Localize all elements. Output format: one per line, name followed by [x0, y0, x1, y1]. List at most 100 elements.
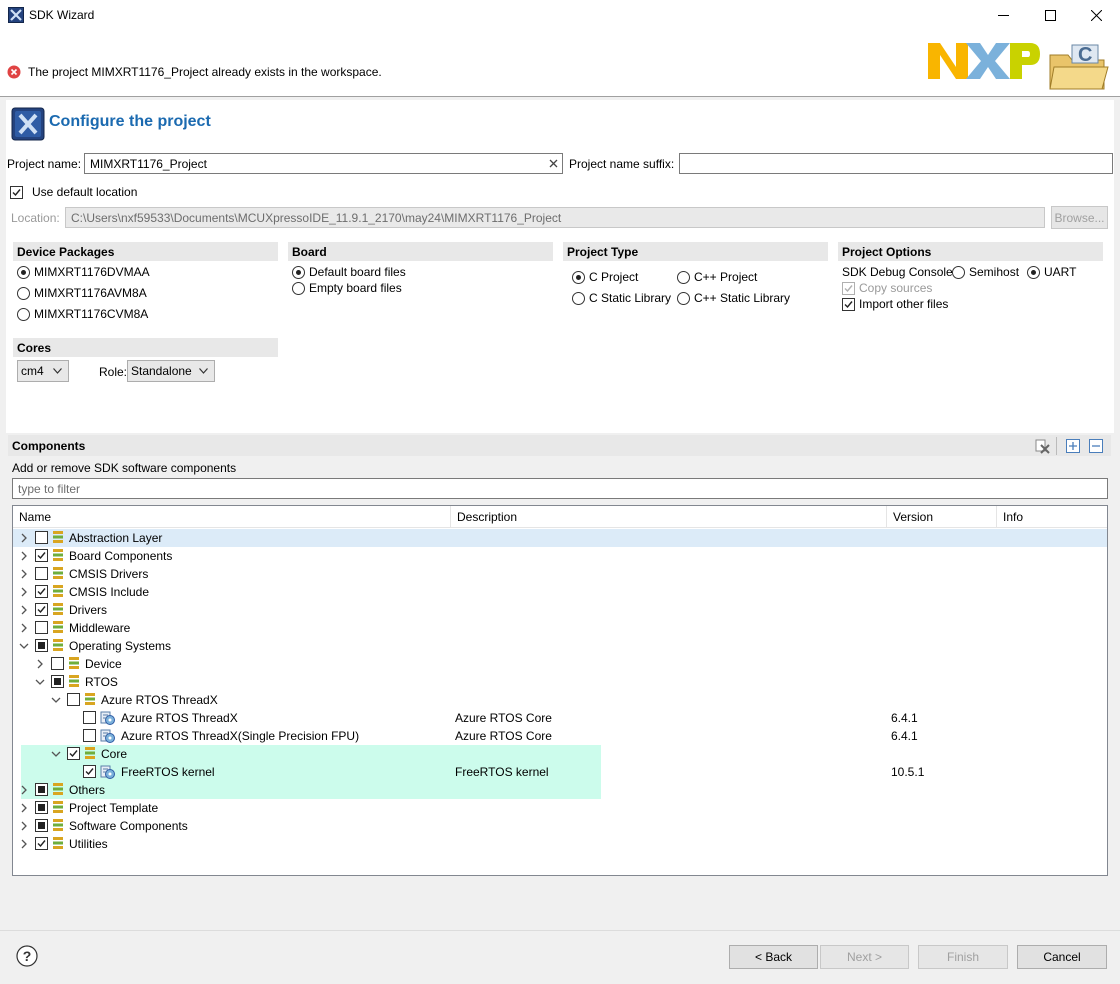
next-button[interactable]: Next > — [820, 945, 909, 969]
chevron-down-icon[interactable] — [51, 695, 61, 705]
checkbox-icon — [10, 185, 23, 199]
chevron-right-icon[interactable] — [19, 839, 29, 849]
tree-row[interactable]: Abstraction Layer — [13, 529, 1107, 547]
remove-all-icon[interactable] — [1034, 438, 1050, 454]
chevron-down-icon[interactable] — [19, 641, 29, 651]
chevron-right-icon[interactable] — [19, 587, 29, 597]
column-header-version[interactable]: Version — [887, 506, 997, 528]
minimize-button[interactable] — [980, 0, 1026, 31]
checkbox-icon[interactable] — [67, 693, 80, 706]
checkbox-icon[interactable] — [35, 819, 48, 832]
chevron-down-icon[interactable] — [51, 749, 61, 759]
checkbox-icon[interactable] — [35, 783, 48, 796]
project-type-cpp-project[interactable]: C++ Project — [677, 270, 757, 284]
tree-row[interactable]: Utilities — [13, 835, 1107, 853]
tree-row[interactable]: Project Template — [13, 799, 1107, 817]
checkbox-icon[interactable] — [35, 837, 48, 850]
browse-button[interactable]: Browse... — [1051, 206, 1108, 229]
chevron-right-icon[interactable] — [19, 533, 29, 543]
board-option-default[interactable]: Default board files — [292, 265, 406, 279]
board-header: Board — [288, 242, 553, 261]
board-option-empty[interactable]: Empty board files — [292, 281, 402, 295]
package-icon — [52, 836, 64, 851]
checkbox-icon[interactable] — [35, 603, 48, 616]
package-icon — [52, 566, 64, 581]
checkbox-icon[interactable] — [51, 675, 64, 688]
location-input[interactable]: C:\Users\nxf59533\Documents\MCUXpressoID… — [65, 207, 1045, 228]
project-type-header: Project Type — [563, 242, 828, 261]
core-select[interactable]: cm4 — [17, 360, 69, 382]
chevron-right-icon[interactable] — [19, 605, 29, 615]
checkbox-icon[interactable] — [67, 747, 80, 760]
radio-icon — [677, 270, 690, 284]
tree-row[interactable]: Azure RTOS ThreadX — [13, 691, 1107, 709]
debug-console-semihost[interactable]: Semihost — [952, 265, 1019, 279]
chevron-right-icon[interactable] — [19, 803, 29, 813]
component-filter-input[interactable]: type to filter — [12, 478, 1108, 499]
device-package-option-0[interactable]: MIMXRT1176DVMAA — [17, 265, 150, 279]
copy-sources-checkbox[interactable]: Copy sources — [842, 281, 932, 295]
help-icon[interactable]: ? — [16, 945, 38, 967]
checkbox-icon[interactable] — [83, 765, 96, 778]
tree-row-label: Azure RTOS ThreadX(Single Precision FPU) — [121, 729, 360, 743]
close-button[interactable] — [1073, 0, 1119, 31]
app-icon — [8, 7, 24, 23]
tree-row-label: Abstraction Layer — [69, 531, 163, 545]
tree-row[interactable]: Azure RTOS ThreadX(Single Precision FPU)… — [13, 727, 1107, 745]
project-suffix-input[interactable] — [679, 153, 1113, 174]
chevron-right-icon[interactable] — [19, 551, 29, 561]
tree-row[interactable]: Others — [21, 781, 601, 799]
expand-all-icon[interactable] — [1066, 439, 1080, 453]
maximize-button[interactable] — [1027, 0, 1073, 31]
collapse-all-icon[interactable] — [1089, 439, 1103, 453]
checkbox-icon[interactable] — [51, 657, 64, 670]
tree-row[interactable]: Azure RTOS ThreadX Azure RTOS Core 6.4.1 — [13, 709, 1107, 727]
checkbox-icon[interactable] — [35, 549, 48, 562]
clear-icon[interactable] — [549, 159, 558, 168]
cancel-button[interactable]: Cancel — [1017, 945, 1107, 969]
tree-row[interactable]: CMSIS Include — [13, 583, 1107, 601]
project-name-input[interactable]: MIMXRT1176_Project — [84, 153, 563, 174]
tree-row[interactable]: Operating Systems — [13, 637, 1107, 655]
checkbox-icon[interactable] — [35, 621, 48, 634]
project-type-cpp-static-library[interactable]: C++ Static Library — [677, 291, 790, 305]
tree-row[interactable]: Device — [13, 655, 1107, 673]
tree-row[interactable]: Drivers — [13, 601, 1107, 619]
checkbox-icon[interactable] — [35, 531, 48, 544]
checkbox-icon[interactable] — [35, 639, 48, 652]
use-default-location-checkbox[interactable]: Use default location — [10, 185, 137, 199]
column-header-info[interactable]: Info — [997, 506, 1107, 528]
tree-row[interactable]: CMSIS Drivers — [13, 565, 1107, 583]
role-select[interactable]: Standalone — [127, 360, 215, 382]
chevron-right-icon[interactable] — [19, 785, 29, 795]
project-type-c-static-library[interactable]: C Static Library — [572, 291, 671, 305]
chevron-right-icon[interactable] — [19, 623, 29, 633]
tree-row[interactable]: Core — [21, 745, 601, 763]
chevron-right-icon[interactable] — [19, 569, 29, 579]
checkbox-icon[interactable] — [83, 729, 96, 742]
checkbox-icon[interactable] — [35, 585, 48, 598]
component-icon — [100, 710, 116, 726]
chevron-down-icon[interactable] — [35, 677, 45, 687]
chevron-right-icon[interactable] — [19, 821, 29, 831]
device-package-option-2[interactable]: MIMXRT1176CVM8A — [17, 307, 148, 321]
checkbox-icon[interactable] — [35, 567, 48, 580]
radio-icon — [952, 265, 965, 279]
title-bar: SDK Wizard — [0, 0, 1120, 31]
debug-console-uart[interactable]: UART — [1027, 265, 1076, 279]
finish-button[interactable]: Finish — [918, 945, 1008, 969]
tree-row[interactable]: Software Components — [13, 817, 1107, 835]
import-other-files-checkbox[interactable]: Import other files — [842, 297, 948, 311]
tree-row[interactable]: RTOS — [13, 673, 1107, 691]
chevron-right-icon[interactable] — [35, 659, 45, 669]
back-button[interactable]: < Back — [729, 945, 818, 969]
tree-row[interactable]: Board Components — [13, 547, 1107, 565]
column-header-description[interactable]: Description — [451, 506, 887, 528]
tree-row[interactable]: Middleware — [13, 619, 1107, 637]
checkbox-icon[interactable] — [83, 711, 96, 724]
device-package-option-1[interactable]: MIMXRT1176AVM8A — [17, 286, 147, 300]
project-type-c-project[interactable]: C Project — [572, 270, 638, 284]
checkbox-icon[interactable] — [35, 801, 48, 814]
column-header-name[interactable]: Name — [13, 506, 451, 528]
tree-row[interactable]: FreeRTOS kernel FreeRTOS kernel 10.5.1 — [21, 763, 924, 781]
